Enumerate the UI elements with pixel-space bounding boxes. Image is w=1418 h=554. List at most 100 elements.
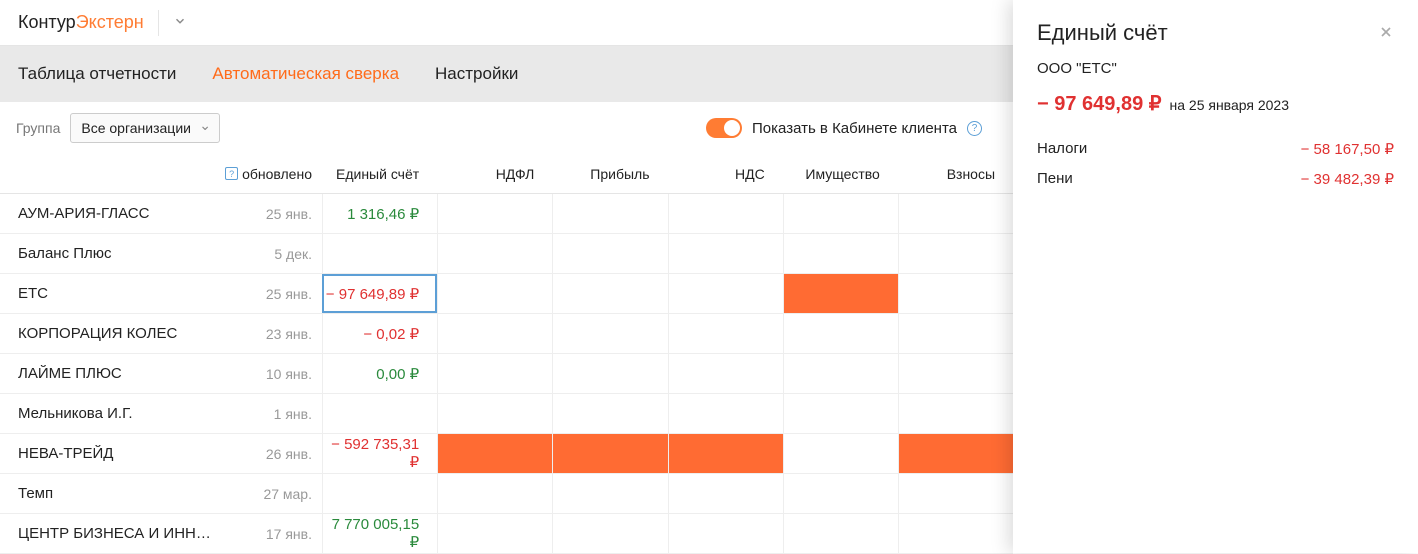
- org-name: КОРПОРАЦИЯ КОЛЕС: [0, 325, 220, 342]
- cell-unified[interactable]: 7 770 005,15 ₽: [322, 514, 437, 553]
- cell-contrib[interactable]: [898, 434, 1013, 473]
- cell-contrib[interactable]: [898, 514, 1013, 553]
- table-row[interactable]: Темп27 мар.: [0, 474, 1013, 514]
- table-row[interactable]: Баланс Плюс5 дек.: [0, 234, 1013, 274]
- logo-main: Контур: [18, 12, 76, 32]
- cell-profit[interactable]: [552, 314, 667, 353]
- cell-unified[interactable]: 1 316,46 ₽: [322, 194, 437, 233]
- tab-reconcile[interactable]: Автоматическая сверка: [212, 64, 399, 84]
- cell-ndfl[interactable]: [437, 434, 552, 473]
- updated-date: 25 янв.: [220, 286, 322, 302]
- panel-line-value: − 58 167,50 ₽: [1301, 140, 1394, 158]
- cell-nds[interactable]: [668, 474, 783, 513]
- table-row[interactable]: Мельникова И.Г.1 янв.: [0, 394, 1013, 434]
- info-icon[interactable]: ?: [967, 121, 982, 136]
- group-select-value: Все организации: [81, 120, 191, 136]
- cell-contrib[interactable]: [898, 194, 1013, 233]
- cell-ndfl[interactable]: [437, 354, 552, 393]
- cell-unified[interactable]: 0,00 ₽: [322, 354, 437, 393]
- cell-profit[interactable]: [552, 474, 667, 513]
- cell-unified[interactable]: − 0,02 ₽: [322, 314, 437, 353]
- updated-date: 17 янв.: [220, 526, 322, 542]
- table-row[interactable]: КОРПОРАЦИЯ КОЛЕС23 янв.− 0,02 ₽: [0, 314, 1013, 354]
- col-contrib: Взносы: [898, 166, 1013, 182]
- show-in-cabinet-toggle[interactable]: [706, 118, 742, 138]
- cell-nds[interactable]: [668, 234, 783, 273]
- cell-property[interactable]: [783, 474, 898, 513]
- cell-ndfl[interactable]: [437, 394, 552, 433]
- cell-unified[interactable]: − 592 735,31 ₽: [322, 434, 437, 473]
- cell-property[interactable]: [783, 434, 898, 473]
- chevron-down-icon[interactable]: [173, 14, 187, 31]
- col-nds: НДС: [668, 166, 783, 182]
- table-header: ? обновлено Единый счёт НДФЛ Прибыль НДС…: [0, 154, 1013, 194]
- divider: [158, 10, 159, 36]
- table-row[interactable]: НЕВА-ТРЕЙД26 янв.− 592 735,31 ₽: [0, 434, 1013, 474]
- table-row[interactable]: АУМ-АРИЯ-ГЛАСС25 янв.1 316,46 ₽: [0, 194, 1013, 234]
- cell-profit[interactable]: [552, 194, 667, 233]
- cell-nds[interactable]: [668, 274, 783, 313]
- cell-profit[interactable]: [552, 514, 667, 553]
- org-name: ЕТС: [0, 285, 220, 302]
- question-icon[interactable]: ?: [225, 167, 238, 180]
- close-icon[interactable]: [1378, 20, 1394, 46]
- tab-report[interactable]: Таблица отчетности: [18, 64, 176, 84]
- table-row[interactable]: ЕТС25 янв.− 97 649,89 ₽: [0, 274, 1013, 314]
- cell-ndfl[interactable]: [437, 194, 552, 233]
- col-profit: Прибыль: [552, 166, 667, 182]
- cell-contrib[interactable]: [898, 394, 1013, 433]
- table-row[interactable]: ЦЕНТР БИЗНЕСА И ИННОВАЦ...17 янв.7 770 0…: [0, 514, 1013, 554]
- updated-date: 1 янв.: [220, 406, 322, 422]
- cell-profit[interactable]: [552, 274, 667, 313]
- cell-property[interactable]: [783, 354, 898, 393]
- cell-contrib[interactable]: [898, 234, 1013, 273]
- cell-profit[interactable]: [552, 234, 667, 273]
- cell-unified[interactable]: [322, 474, 437, 513]
- cell-property[interactable]: [783, 314, 898, 353]
- cell-ndfl[interactable]: [437, 314, 552, 353]
- cell-ndfl[interactable]: [437, 474, 552, 513]
- cell-nds[interactable]: [668, 354, 783, 393]
- table-row[interactable]: ЛАЙМЕ ПЛЮС10 янв.0,00 ₽: [0, 354, 1013, 394]
- panel-amount: − 97 649,89 ₽: [1037, 91, 1162, 116]
- cell-profit[interactable]: [552, 354, 667, 393]
- logo-accent: Экстерн: [76, 12, 144, 32]
- updated-date: 23 янв.: [220, 326, 322, 342]
- cell-property[interactable]: [783, 274, 898, 313]
- updated-date: 26 янв.: [220, 446, 322, 462]
- logo[interactable]: КонтурЭкстерн: [18, 12, 144, 33]
- cell-property[interactable]: [783, 514, 898, 553]
- cell-nds[interactable]: [668, 514, 783, 553]
- cell-contrib[interactable]: [898, 354, 1013, 393]
- cell-ndfl[interactable]: [437, 514, 552, 553]
- cell-unified[interactable]: − 97 649,89 ₽: [322, 274, 437, 313]
- cell-property[interactable]: [783, 194, 898, 233]
- cell-contrib[interactable]: [898, 314, 1013, 353]
- updated-date: 5 дек.: [220, 246, 322, 262]
- cell-ndfl[interactable]: [437, 234, 552, 273]
- cell-profit[interactable]: [552, 394, 667, 433]
- cell-nds[interactable]: [668, 434, 783, 473]
- cell-contrib[interactable]: [898, 274, 1013, 313]
- cell-ndfl[interactable]: [437, 274, 552, 313]
- cell-nds[interactable]: [668, 194, 783, 233]
- cell-profit[interactable]: [552, 434, 667, 473]
- panel-line: Пени− 39 482,39 ₽: [1037, 164, 1394, 194]
- cell-nds[interactable]: [668, 314, 783, 353]
- cell-nds[interactable]: [668, 394, 783, 433]
- cell-property[interactable]: [783, 234, 898, 273]
- toggle-label: Показать в Кабинете клиента: [752, 120, 957, 137]
- updated-date: 25 янв.: [220, 206, 322, 222]
- cell-property[interactable]: [783, 394, 898, 433]
- panel-org: ООО "ЕТС": [1037, 60, 1394, 77]
- cell-contrib[interactable]: [898, 474, 1013, 513]
- cell-unified[interactable]: [322, 394, 437, 433]
- tab-settings[interactable]: Настройки: [435, 64, 518, 84]
- org-name: Баланс Плюс: [0, 245, 220, 262]
- group-select[interactable]: Все организации: [70, 113, 220, 143]
- reconciliation-table: ? обновлено Единый счёт НДФЛ Прибыль НДС…: [0, 154, 1013, 554]
- cell-unified[interactable]: [322, 234, 437, 273]
- col-unified: Единый счёт: [322, 166, 437, 182]
- org-name: ЦЕНТР БИЗНЕСА И ИННОВАЦ...: [0, 525, 220, 542]
- updated-date: 27 мар.: [220, 486, 322, 502]
